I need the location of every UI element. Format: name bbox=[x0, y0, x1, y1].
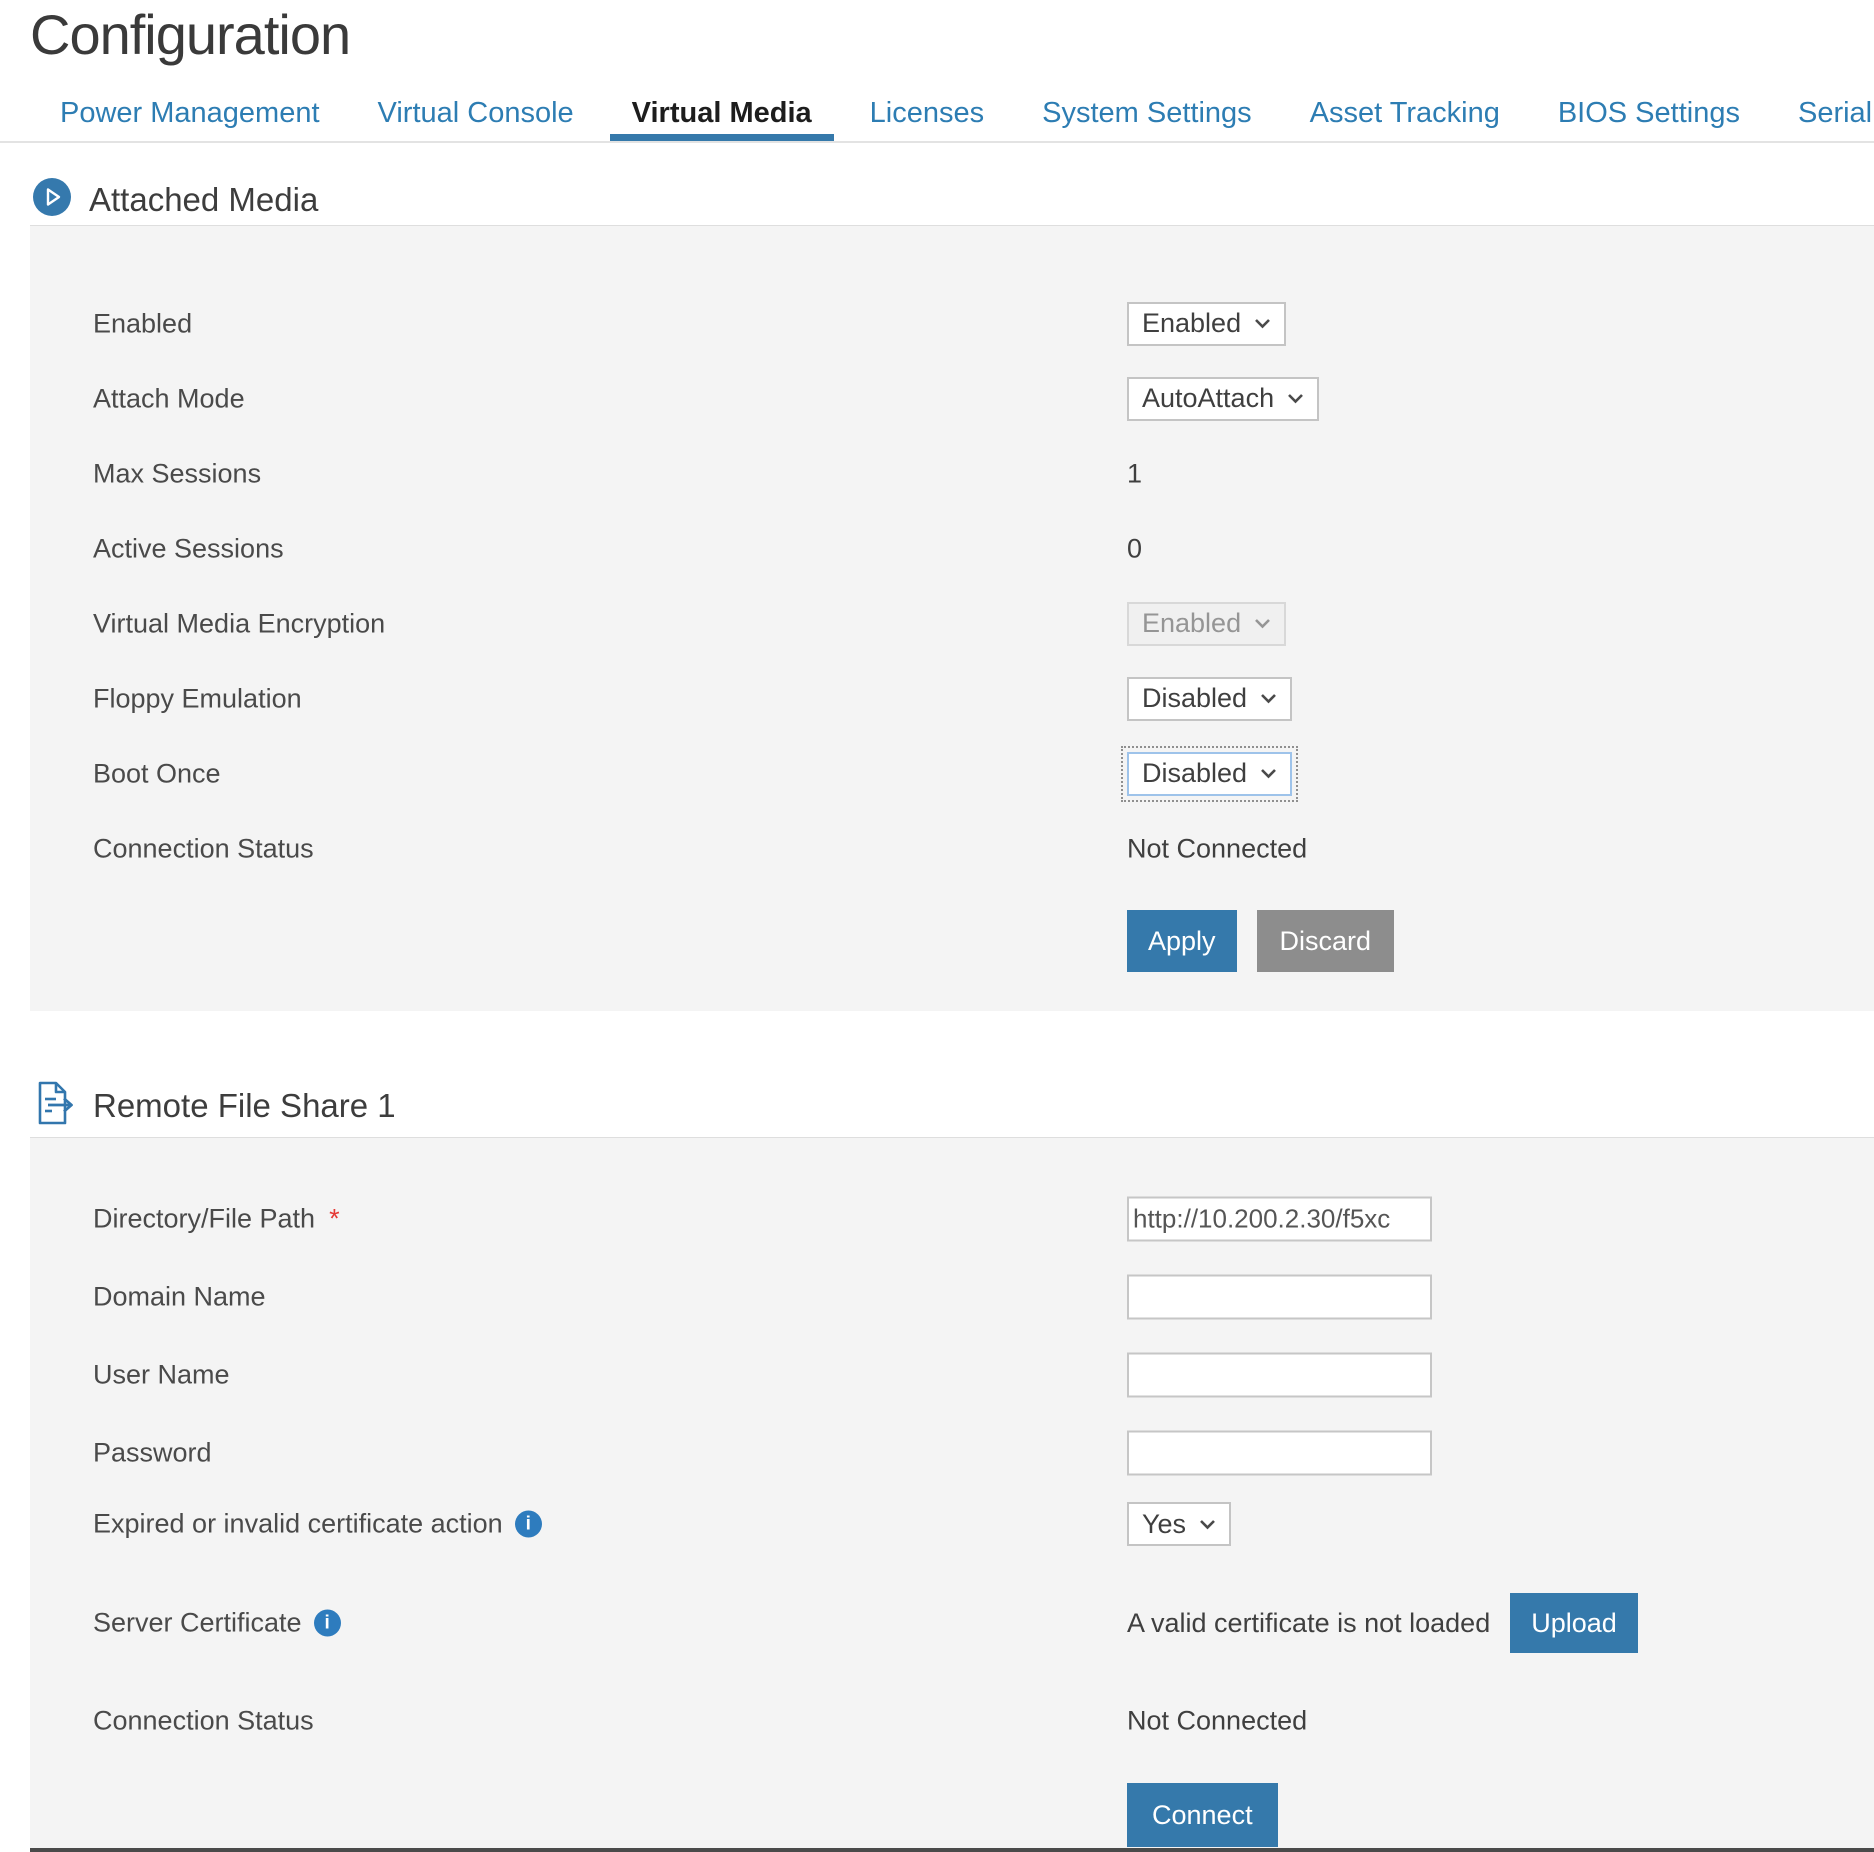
tab-virtual-console[interactable]: Virtual Console bbox=[356, 85, 596, 141]
row-enabled: Enabled Enabled bbox=[30, 286, 1874, 361]
floppy-emulation-label: Floppy Emulation bbox=[93, 683, 302, 714]
row-cert-action: Expired or invalid certificate action i … bbox=[30, 1492, 1874, 1556]
row-directory-path: Directory/File Path * bbox=[30, 1180, 1874, 1258]
tab-power-management[interactable]: Power Management bbox=[38, 85, 342, 141]
password-label: Password bbox=[93, 1438, 212, 1469]
active-sessions-value: 0 bbox=[1127, 533, 1142, 564]
server-certificate-status: A valid certificate is not loaded bbox=[1127, 1608, 1490, 1639]
user-name-input[interactable] bbox=[1127, 1353, 1432, 1398]
directory-path-label: Directory/File Path bbox=[93, 1204, 315, 1235]
attached-media-title: Attached Media bbox=[89, 181, 318, 219]
apply-button[interactable]: Apply bbox=[1127, 910, 1237, 972]
chevron-down-icon bbox=[1260, 693, 1277, 704]
tab-licenses[interactable]: Licenses bbox=[848, 85, 1006, 141]
domain-name-input[interactable] bbox=[1127, 1275, 1432, 1320]
discard-button[interactable]: Discard bbox=[1257, 910, 1395, 972]
password-input[interactable] bbox=[1127, 1431, 1432, 1476]
user-name-label: User Name bbox=[93, 1360, 230, 1391]
directory-path-input[interactable] bbox=[1127, 1197, 1432, 1242]
enabled-label: Enabled bbox=[93, 308, 192, 339]
upload-button[interactable]: Upload bbox=[1510, 1593, 1638, 1653]
chevron-down-icon bbox=[1254, 618, 1271, 629]
server-certificate-label: Server Certificate bbox=[93, 1608, 302, 1639]
floppy-emulation-select[interactable]: Disabled bbox=[1127, 677, 1292, 721]
row-server-certificate: Server Certificate i A valid certificate… bbox=[30, 1556, 1874, 1690]
vm-encryption-label: Virtual Media Encryption bbox=[93, 608, 385, 639]
row-active-sessions: Active Sessions 0 bbox=[30, 511, 1874, 586]
tab-system-settings[interactable]: System Settings bbox=[1020, 85, 1274, 141]
boot-once-label: Boot Once bbox=[93, 758, 221, 789]
chevron-down-icon bbox=[1199, 1519, 1216, 1530]
attached-media-panel: Enabled Enabled Attach Mode AutoAttach M… bbox=[30, 225, 1874, 1011]
info-icon[interactable]: i bbox=[515, 1511, 542, 1538]
row-attach-mode: Attach Mode AutoAttach bbox=[30, 361, 1874, 436]
row-password: Password bbox=[30, 1414, 1874, 1492]
chevron-down-icon bbox=[1254, 318, 1271, 329]
attach-mode-select[interactable]: AutoAttach bbox=[1127, 377, 1319, 421]
max-sessions-label: Max Sessions bbox=[93, 458, 261, 489]
max-sessions-value: 1 bbox=[1127, 458, 1142, 489]
attach-mode-label: Attach Mode bbox=[93, 383, 245, 414]
file-share-icon bbox=[33, 1080, 75, 1131]
row-vm-encryption: Virtual Media Encryption Enabled bbox=[30, 586, 1874, 661]
connection-status-label: Connection Status bbox=[93, 833, 314, 864]
boot-once-select[interactable]: Disabled bbox=[1127, 752, 1292, 796]
chevron-down-icon bbox=[1260, 768, 1277, 779]
domain-name-label: Domain Name bbox=[93, 1282, 266, 1313]
bottom-edge-divider bbox=[30, 1848, 1874, 1852]
active-sessions-label: Active Sessions bbox=[93, 533, 284, 564]
cert-action-label: Expired or invalid certificate action bbox=[93, 1509, 503, 1540]
chevron-down-icon bbox=[1287, 393, 1304, 404]
tab-serial[interactable]: Serial bbox=[1776, 85, 1874, 141]
tab-asset-tracking[interactable]: Asset Tracking bbox=[1288, 85, 1522, 141]
row-max-sessions: Max Sessions 1 bbox=[30, 436, 1874, 511]
required-asterisk: * bbox=[329, 1204, 340, 1235]
row-user-name: User Name bbox=[30, 1336, 1874, 1414]
attached-media-header: Attached Media bbox=[33, 178, 318, 221]
play-circle-icon bbox=[33, 178, 71, 221]
row-domain-name: Domain Name bbox=[30, 1258, 1874, 1336]
connection-status-value: Not Connected bbox=[1127, 833, 1307, 864]
info-icon[interactable]: i bbox=[314, 1610, 341, 1637]
connection-status-label: Connection Status bbox=[93, 1706, 314, 1737]
tab-virtual-media[interactable]: Virtual Media bbox=[610, 85, 834, 141]
page-title: Configuration bbox=[30, 2, 350, 67]
vm-encryption-select: Enabled bbox=[1127, 602, 1286, 646]
tab-bios-settings[interactable]: BIOS Settings bbox=[1536, 85, 1762, 141]
connect-button[interactable]: Connect bbox=[1127, 1783, 1278, 1847]
remote-file-share-header: Remote File Share 1 bbox=[33, 1080, 396, 1131]
remote-file-share-title: Remote File Share 1 bbox=[93, 1087, 396, 1125]
connection-status-value: Not Connected bbox=[1127, 1706, 1307, 1737]
configuration-tabbar: Power Management Virtual Console Virtual… bbox=[0, 85, 1874, 143]
row-floppy-emulation: Floppy Emulation Disabled bbox=[30, 661, 1874, 736]
row-connection-status-2: Connection Status Not Connected bbox=[30, 1690, 1874, 1752]
row-connection-status-1: Connection Status Not Connected bbox=[30, 811, 1874, 886]
row-boot-once: Boot Once Disabled bbox=[30, 736, 1874, 811]
cert-action-select[interactable]: Yes bbox=[1127, 1502, 1231, 1546]
enabled-select[interactable]: Enabled bbox=[1127, 302, 1286, 346]
remote-file-share-panel: Directory/File Path * Domain Name User Na… bbox=[30, 1137, 1874, 1852]
